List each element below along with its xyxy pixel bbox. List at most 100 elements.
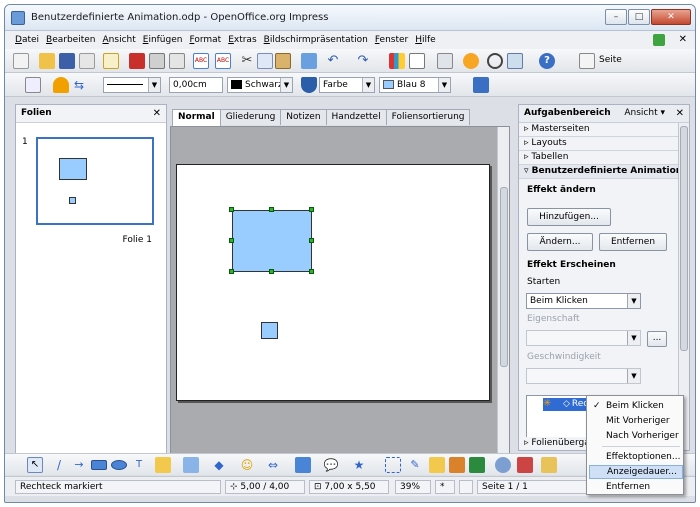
select-arrow-icon[interactable]: ↖ [27, 457, 43, 473]
callouts-icon[interactable]: 💬 [323, 457, 339, 473]
menu-hilfe[interactable]: Hilfe [415, 35, 436, 45]
menu-datei[interactable]: Datei [15, 35, 39, 45]
update-icon[interactable] [653, 34, 665, 46]
zoom-icon[interactable] [487, 53, 503, 69]
line-tool-icon[interactable]: / [51, 457, 67, 473]
selected-rectangle[interactable] [232, 210, 312, 272]
chevron-down-icon[interactable]: ▼ [280, 78, 292, 92]
line-style-select[interactable]: ▼ [103, 77, 161, 93]
print-preview-icon[interactable] [169, 53, 185, 69]
chevron-down-icon[interactable]: ▼ [148, 78, 160, 92]
new-document-icon[interactable] [13, 53, 29, 69]
clone-formatting-icon[interactable] [301, 53, 317, 69]
gallery-icon[interactable] [507, 53, 523, 69]
menu-ansicht[interactable]: Ansicht [103, 35, 136, 45]
menu-extras[interactable]: Extras [228, 35, 256, 45]
resize-handle[interactable] [229, 207, 234, 212]
line-icon[interactable] [53, 77, 69, 93]
rotate-icon[interactable] [495, 457, 511, 473]
print-icon[interactable] [149, 53, 165, 69]
zoom-level[interactable]: 39% [395, 480, 431, 494]
line-width-field[interactable]: 0,00cm [169, 77, 223, 93]
maximize-button[interactable]: □ [628, 9, 650, 25]
alignment-icon[interactable] [517, 457, 533, 473]
save-icon[interactable] [59, 53, 75, 69]
menu-bildschirmpraesentation[interactable]: Bildschirmpräsentation [264, 35, 368, 45]
chevron-down-icon[interactable]: ▼ [362, 78, 374, 92]
scrollbar-thumb[interactable] [500, 187, 508, 367]
flowchart-icon[interactable] [295, 457, 311, 473]
help-icon[interactable]: ? [539, 53, 555, 69]
menu-item-effect-options[interactable]: Effektoptionen... [589, 450, 683, 464]
slide-canvas[interactable] [176, 164, 490, 401]
shadow-icon[interactable] [473, 77, 489, 93]
chevron-down-icon[interactable]: ▼ [627, 369, 640, 383]
small-rectangle[interactable] [261, 322, 278, 339]
redo-icon[interactable]: ↷ [355, 53, 371, 69]
cut-icon[interactable]: ✂ [239, 53, 255, 69]
copy-icon[interactable] [257, 53, 273, 69]
scrollbar-thumb[interactable] [680, 126, 688, 351]
chevron-down-icon[interactable]: ▼ [627, 294, 640, 308]
chevron-down-icon[interactable]: ▼ [438, 78, 450, 92]
paste-icon[interactable] [275, 53, 291, 69]
menu-item-remove[interactable]: Entfernen [589, 480, 683, 494]
task-pane-view-menu[interactable]: Ansicht ▾ [624, 105, 665, 122]
tab-gliederung[interactable]: Gliederung [219, 109, 282, 125]
fontwork-icon[interactable] [429, 457, 445, 473]
points-icon[interactable] [385, 457, 401, 473]
menu-item-after-previous[interactable]: Nach Vorheriger [589, 429, 683, 443]
area-fill-icon[interactable] [301, 77, 317, 93]
menu-item-timing[interactable]: Anzeigedauer... [589, 465, 683, 479]
slide-page-icon[interactable] [579, 53, 595, 69]
arrange-icon[interactable] [541, 457, 557, 473]
close-icon[interactable]: ✕ [153, 105, 161, 122]
speed-select[interactable]: ▼ [526, 368, 641, 384]
slide-thumbnail[interactable] [36, 137, 154, 225]
tab-normal[interactable]: Normal [172, 109, 221, 126]
navigator-icon[interactable] [463, 53, 479, 69]
spellcheck-icon[interactable]: ABC [193, 53, 209, 69]
resize-handle[interactable] [229, 269, 234, 274]
vertical-scrollbar[interactable] [497, 127, 509, 455]
gallery-tool-icon[interactable] [469, 457, 485, 473]
resize-handle[interactable] [309, 269, 314, 274]
arrow-style-icon[interactable]: ⇆ [71, 77, 87, 93]
text-tool-icon[interactable]: T [131, 457, 147, 473]
section-masterseiten[interactable]: ▹ Masterseiten [519, 123, 689, 137]
resize-handle[interactable] [269, 207, 274, 212]
basic-shapes-icon[interactable]: ◆ [211, 457, 227, 473]
change-effect-button[interactable]: Ändern... [527, 233, 593, 251]
add-effect-button[interactable]: Hinzufügen... [527, 208, 611, 226]
open-folder-icon[interactable] [39, 53, 55, 69]
menu-item-on-click[interactable]: ✓ Beim Klicken [589, 399, 683, 413]
block-arrows-icon[interactable]: ⇔ [265, 457, 281, 473]
table-icon[interactable] [409, 53, 425, 69]
slide-editor[interactable] [170, 126, 510, 468]
minimize-button[interactable]: – [605, 9, 627, 25]
auto-spellcheck-icon[interactable]: ABC [215, 53, 231, 69]
signature-indicator[interactable] [459, 480, 473, 494]
menu-einfuegen[interactable]: Einfügen [143, 35, 183, 45]
chevron-down-icon[interactable]: ▼ [627, 331, 640, 345]
property-options-button[interactable]: ... [647, 331, 667, 347]
curve-tool-icon[interactable] [155, 457, 171, 473]
tab-handzettel[interactable]: Handzettel [325, 109, 387, 125]
section-layouts[interactable]: ▹ Layouts [519, 137, 689, 151]
page-button-label[interactable]: Seite [599, 55, 622, 65]
symbol-shapes-icon[interactable]: ☺ [239, 457, 255, 473]
close-document-icon[interactable]: ✕ [679, 34, 687, 45]
section-tabellen[interactable]: ▹ Tabellen [519, 151, 689, 165]
edit-file-icon[interactable] [103, 53, 119, 69]
resize-handle[interactable] [309, 238, 314, 243]
undo-icon[interactable]: ↶ [325, 53, 341, 69]
rectangle-tool-icon[interactable] [91, 460, 107, 470]
glue-points-icon[interactable]: ✎ [407, 457, 423, 473]
arrow-line-icon[interactable]: → [71, 457, 87, 473]
styles-icon[interactable] [25, 77, 41, 93]
remove-effect-button[interactable]: Entfernen [599, 233, 667, 251]
area-style-select[interactable]: Farbe ▼ [319, 77, 375, 93]
menu-format[interactable]: Format [189, 35, 221, 45]
close-window-button[interactable]: ✕ [651, 9, 691, 25]
chart-icon[interactable] [389, 53, 405, 69]
